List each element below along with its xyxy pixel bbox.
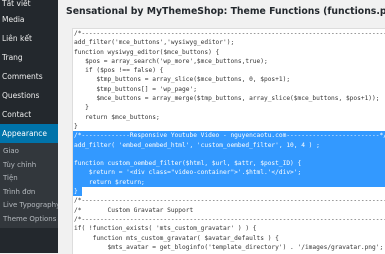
- code-line[interactable]: $tmp_buttons = array_slice($mce_buttons,…: [73, 75, 385, 84]
- selected-code-line[interactable]: add_filter( 'embed_oembed_html', 'custom…: [73, 140, 385, 150]
- sidebar-item-links[interactable]: Liên kết: [0, 29, 58, 48]
- page-title: Sensational by MyThemeShop: Theme Functi…: [66, 6, 385, 17]
- selected-code-line[interactable]: }: [73, 187, 82, 197]
- code-line[interactable]: /* Custom Gravatar Support: [73, 206, 385, 215]
- code-line[interactable]: return $mce_buttons;: [73, 113, 385, 122]
- code-line[interactable]: $mce_buttons = array_merge($tmp_buttons,…: [73, 94, 385, 103]
- selected-code-line[interactable]: $return = '<div class="video-container">…: [73, 168, 385, 178]
- sidebar-item-pages[interactable]: Trang: [0, 48, 58, 67]
- selected-code-line[interactable]: /*-------------Responsive Youtube Video …: [73, 131, 385, 141]
- submenu-item-theme-options[interactable]: Theme Options: [0, 213, 58, 227]
- code-line[interactable]: /*--------------------------------------…: [73, 215, 385, 224]
- code-line[interactable]: add_filter('mce_buttons','wysiwyg_editor…: [73, 38, 385, 47]
- main-content: Sensational by MyThemeShop: Theme Functi…: [58, 0, 385, 254]
- code-line[interactable]: if ($pos !== false) {: [73, 66, 385, 75]
- selected-code-line[interactable]: return $return;: [73, 177, 385, 188]
- sidebar-item-questions[interactable]: Questions: [0, 86, 58, 105]
- submenu-item-customize[interactable]: Tùy chỉnh: [0, 159, 58, 173]
- appearance-submenu: Giao Tùy chỉnh Tiện Trình đơn Live Typog…: [0, 143, 58, 228]
- selected-code-line[interactable]: function custom_oembed_filter($html, $ur…: [73, 159, 385, 169]
- code-line[interactable]: $pos = array_search('wp_more',$mce_butto…: [73, 57, 385, 66]
- code-line[interactable]: function mts_custom_gravatar( $avatar_de…: [73, 234, 385, 243]
- code-line[interactable]: function wysiwyg_editor($mce_buttons) {: [73, 48, 385, 57]
- submenu-item-widgets[interactable]: Tiện: [0, 172, 58, 186]
- code-line[interactable]: if( !function_exists( 'mts_custom_gravat…: [73, 224, 385, 233]
- code-line[interactable]: $tmp_buttons[] = 'wp_page';: [73, 85, 385, 94]
- sidebar-item-contact[interactable]: Contact: [0, 105, 58, 124]
- selected-code-line[interactable]: [73, 149, 385, 160]
- sidebar-item-posts[interactable]: Tất viết: [0, 0, 58, 10]
- code-editor[interactable]: /*--------------------------------------…: [72, 28, 385, 254]
- submenu-item-live-typography[interactable]: Live Typography: [0, 199, 58, 213]
- sidebar-item-comments[interactable]: Comments: [0, 67, 58, 86]
- admin-sidebar: Tất viết Media Liên kết Trang Comments Q…: [0, 0, 58, 253]
- submenu-item-themes[interactable]: Giao: [0, 145, 58, 159]
- code-line[interactable]: /*--------------------------------------…: [73, 29, 385, 38]
- code-line[interactable]: $mts_avatar = get_bloginfo('template_dir…: [73, 243, 385, 252]
- code-line[interactable]: /*--------------------------------------…: [73, 196, 385, 205]
- submenu-item-menus[interactable]: Trình đơn: [0, 186, 58, 200]
- sidebar-item-appearance[interactable]: Appearance: [0, 124, 58, 143]
- code-line[interactable]: }: [73, 122, 385, 131]
- sidebar-item-media[interactable]: Media: [0, 10, 58, 29]
- code-line[interactable]: }: [73, 103, 385, 112]
